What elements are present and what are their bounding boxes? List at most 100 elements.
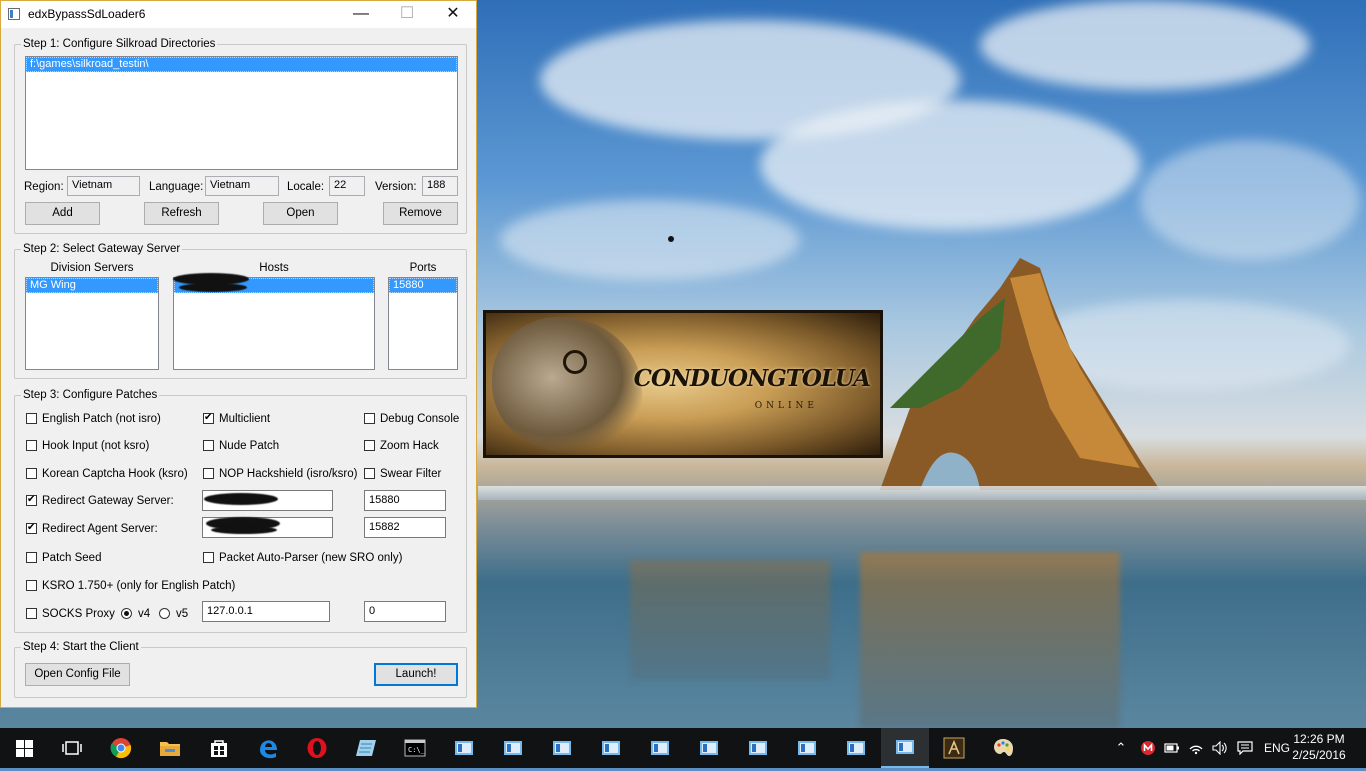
taskbar: C:\_ ⌃ ENG 12:26 PM 2/25/2016 [0, 728, 1366, 768]
cloud [500, 200, 800, 280]
minimize-button[interactable]: — [338, 1, 384, 28]
redacted-host-scribble [211, 526, 277, 534]
division-server-list[interactable]: MG Wing [25, 277, 159, 370]
checkbox-box [203, 440, 214, 451]
taskbar-loader-instance[interactable] [538, 728, 586, 768]
app-window-icon [749, 741, 767, 755]
taskbar-loader-instance[interactable] [685, 728, 733, 768]
taskbar-loader-instance[interactable] [587, 728, 635, 768]
swear-filter-checkbox[interactable]: Swear Filter [364, 467, 441, 481]
list-item[interactable]: f:\games\silkroad_testin\ [26, 57, 457, 72]
task-view-icon [62, 741, 82, 755]
tray-antivirus[interactable] [1136, 728, 1160, 768]
taskbar-chrome[interactable] [97, 728, 145, 768]
clock-time[interactable]: 12:26 PM [1284, 732, 1354, 746]
taskbar-notepad[interactable] [342, 728, 390, 768]
taskbar-loader-instance[interactable] [636, 728, 684, 768]
taskbar-loader-instance[interactable] [783, 728, 831, 768]
nop-hackshield-checkbox[interactable]: NOP Hackshield (isro/ksro) [203, 467, 357, 481]
game-logo-subtitle: ONLINE [754, 401, 818, 411]
rock-reflection [860, 552, 1120, 728]
app-icon[interactable] [8, 8, 20, 20]
warrior-art [492, 317, 642, 452]
version-label: Version: [375, 181, 417, 193]
language-field: Vietnam [205, 176, 279, 196]
checkbox-box [203, 411, 214, 425]
zoom-hack-checkbox[interactable]: Zoom Hack [364, 439, 439, 453]
patch-seed-checkbox[interactable]: Patch Seed [26, 551, 101, 565]
debug-console-checkbox[interactable]: Debug Console [364, 412, 459, 426]
close-button[interactable]: ✕ [430, 1, 476, 28]
checkbox-box [26, 608, 37, 619]
proxy-port-input[interactable]: 0 [364, 601, 446, 622]
radio-dot [159, 608, 170, 619]
maximize-button[interactable]: ☐ [384, 1, 430, 28]
task-view-button[interactable] [48, 728, 96, 768]
radio-dot [121, 608, 132, 619]
option-label: NOP Hackshield (isro/ksro) [219, 468, 358, 480]
window-title: edxBypassSdLoader6 [28, 7, 146, 21]
clock-date[interactable]: 2/25/2016 [1284, 748, 1354, 762]
list-item[interactable]: 15880 [389, 278, 457, 293]
checkbox-box [26, 493, 37, 507]
taskbar-loader-instance[interactable] [832, 728, 880, 768]
socks-v4-radio[interactable]: v4 [121, 607, 150, 621]
version-field: 188 [422, 176, 458, 196]
korean-captcha-checkbox[interactable]: Korean Captcha Hook (ksro) [26, 467, 188, 481]
app-window-icon [504, 741, 522, 755]
step4-legend: Step 4: Start the Client [23, 641, 139, 653]
show-hidden-icons-button[interactable]: ⌃ [1106, 728, 1136, 768]
redirect-agent-checkbox[interactable]: Redirect Agent Server: [26, 521, 158, 536]
refresh-button[interactable]: Refresh [144, 202, 219, 225]
open-button[interactable]: Open [263, 202, 338, 225]
socks-v5-radio[interactable]: v5 [159, 607, 188, 621]
nude-patch-checkbox[interactable]: Nude Patch [203, 439, 279, 453]
checkbox-box [364, 468, 375, 479]
port-list[interactable]: 15880 [388, 277, 458, 370]
taskbar-store[interactable] [195, 728, 243, 768]
option-label: v4 [138, 608, 151, 620]
launch-button[interactable]: Launch! [374, 663, 458, 686]
wifi-icon [1189, 745, 1203, 755]
taskbar-command-prompt[interactable]: C:\_ [391, 728, 439, 768]
checkbox-box [26, 580, 37, 591]
directory-list[interactable]: f:\games\silkroad_testin\ [25, 56, 458, 170]
add-button[interactable]: Add [25, 202, 100, 225]
tray-battery[interactable] [1160, 728, 1184, 768]
multiclient-checkbox[interactable]: Multiclient [203, 411, 270, 426]
tray-action-center[interactable] [1232, 728, 1258, 768]
option-label: KSRO 1.750+ (only for English Patch) [42, 580, 236, 592]
tray-wifi[interactable] [1184, 728, 1208, 768]
title-bar[interactable]: edxBypassSdLoader6 — ☐ ✕ [1, 1, 476, 28]
ksro-checkbox[interactable]: KSRO 1.750+ (only for English Patch) [26, 579, 235, 593]
ports-header: Ports [409, 262, 437, 274]
region-field: Vietnam [67, 176, 140, 196]
checkbox-box [26, 440, 37, 451]
open-config-button[interactable]: Open Config File [25, 663, 130, 686]
taskbar-loader-instance[interactable] [734, 728, 782, 768]
hook-input-checkbox[interactable]: Hook Input (not ksro) [26, 439, 149, 453]
taskbar-loader-instance[interactable] [489, 728, 537, 768]
proxy-address-input[interactable]: 127.0.0.1 [202, 601, 330, 622]
packet-parser-checkbox[interactable]: Packet Auto-Parser (new SRO only) [203, 551, 402, 565]
socks-proxy-checkbox[interactable]: SOCKS Proxy [26, 607, 115, 621]
start-button[interactable] [0, 728, 48, 768]
agent-port-input[interactable]: 15882 [364, 517, 446, 538]
taskbar-paint[interactable] [979, 728, 1027, 768]
gateway-port-input[interactable]: 15880 [364, 490, 446, 511]
tray-volume[interactable] [1208, 728, 1232, 768]
taskbar-loader-instance[interactable] [440, 728, 488, 768]
remove-button[interactable]: Remove [383, 202, 458, 225]
redirect-gateway-checkbox[interactable]: Redirect Gateway Server: [26, 493, 174, 508]
taskbar-file-explorer[interactable] [146, 728, 194, 768]
taskbar-opera[interactable] [293, 728, 341, 768]
option-label: English Patch (not isro) [42, 413, 161, 425]
cloud [760, 100, 1140, 230]
list-item[interactable]: MG Wing [26, 278, 158, 293]
taskbar-loader-active[interactable] [881, 728, 929, 768]
terminal-icon: C:\_ [404, 739, 426, 757]
step3-legend: Step 3: Configure Patches [23, 389, 158, 401]
english-patch-checkbox[interactable]: English Patch (not isro) [26, 412, 161, 426]
taskbar-edge[interactable] [244, 728, 292, 768]
taskbar-game[interactable] [930, 728, 978, 768]
